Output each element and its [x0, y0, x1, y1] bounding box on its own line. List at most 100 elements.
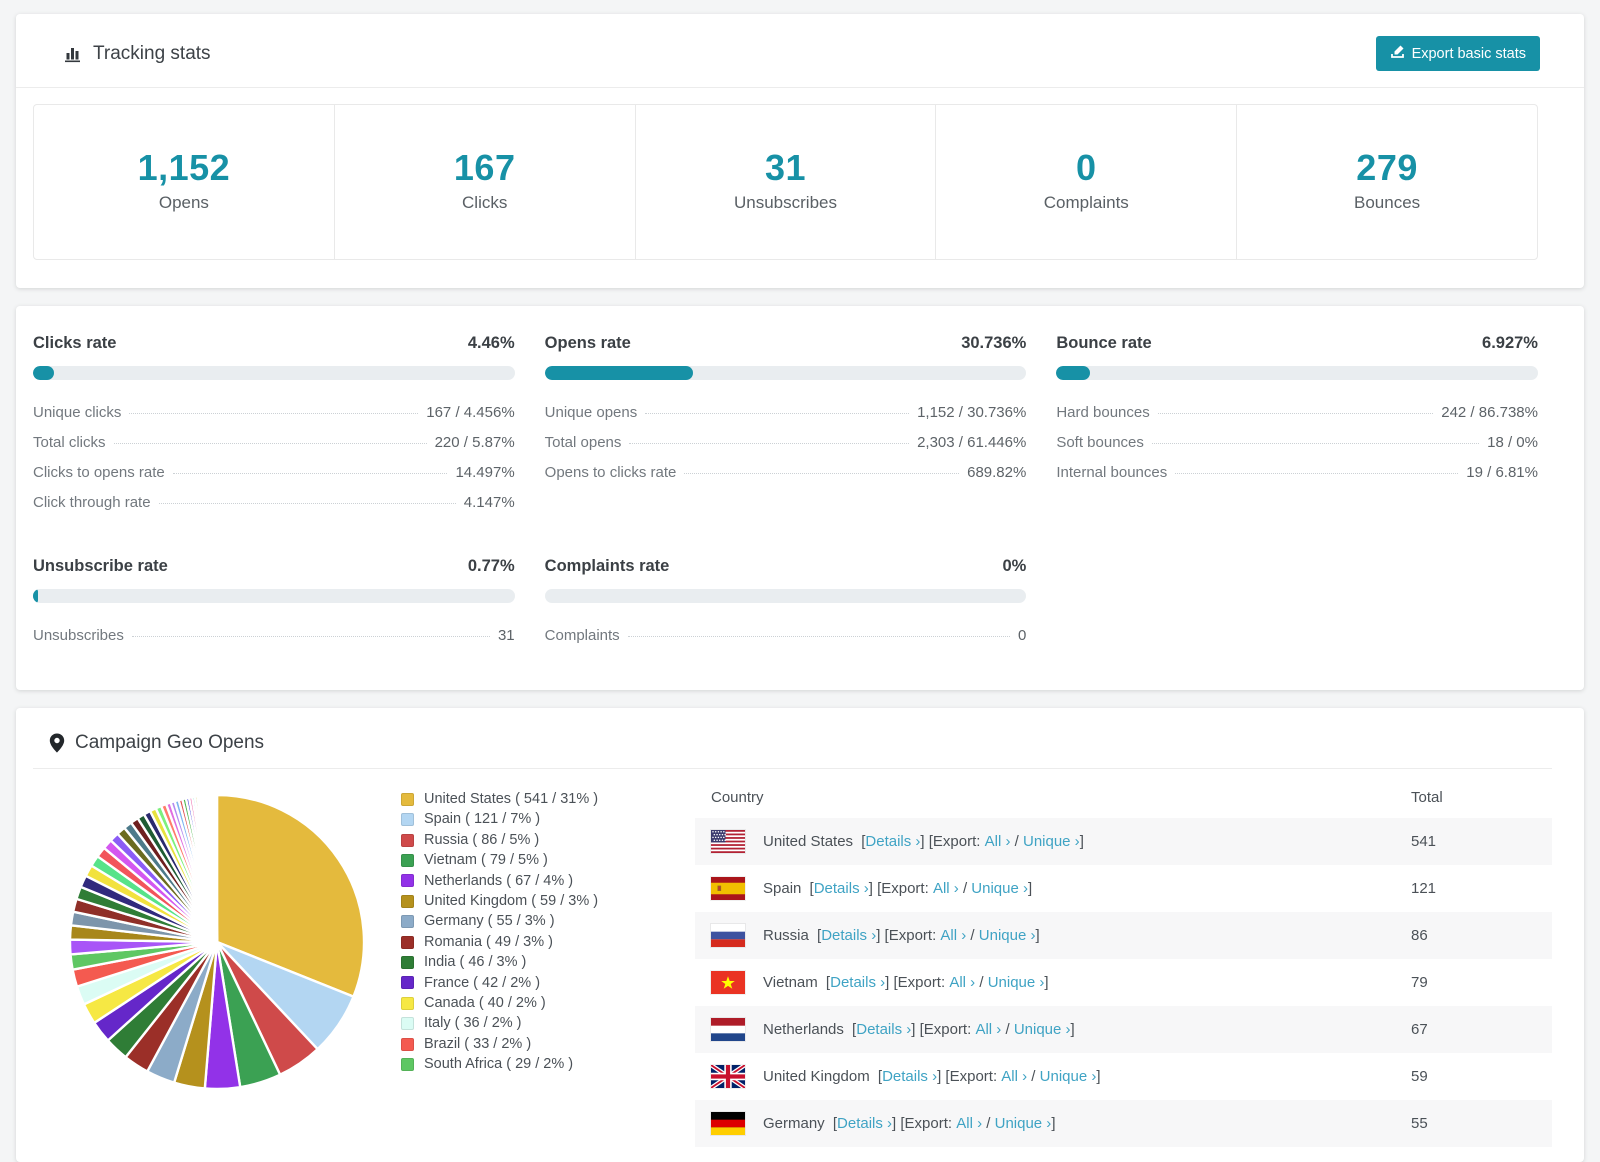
country-name: Spain [763, 880, 802, 897]
details-link[interactable]: Details › [821, 927, 876, 944]
legend-swatch [401, 1057, 414, 1071]
export-all-link[interactable]: All › [1001, 1068, 1027, 1085]
page: Tracking stats Export basic stats 1,152 O… [0, 0, 1600, 1162]
geo-country-cell: United States [Details ›] [Export: All ›… [711, 830, 1411, 853]
details-link[interactable]: Details › [856, 1021, 911, 1038]
rate-row: Soft bounces 18 / 0% [1056, 427, 1538, 457]
bracket-text: ] [Export: [876, 927, 941, 944]
stat-label: Unsubscribes [733, 193, 837, 212]
export-unique-link[interactable]: Unique › [995, 1115, 1052, 1132]
rates-card: Clicks rate 4.46% Unique clicks 167 / 4.456… [16, 306, 1584, 690]
export-all-link[interactable]: All › [956, 1115, 982, 1132]
legend-swatch [401, 935, 414, 949]
geo-country-cell: Netherlands [Details ›] [Export: All › /… [711, 1018, 1411, 1041]
export-all-link[interactable]: All › [933, 880, 959, 897]
legend-label: Spain ( 121 / 7% ) [424, 811, 541, 828]
stat-value: 167 [453, 147, 516, 188]
export-button-label: Export basic stats [1411, 45, 1526, 62]
export-basic-stats-button[interactable]: Export basic stats [1375, 36, 1540, 71]
legend-label: South Africa ( 29 / 2% ) [424, 1056, 574, 1073]
export-all-link[interactable]: All › [985, 833, 1011, 850]
export-unique-link[interactable]: Unique › [1014, 1021, 1071, 1038]
export-all-link[interactable]: All › [940, 927, 966, 944]
rate-row: Opens to clicks rate 689.82% [545, 457, 1027, 487]
bracket-text: ] [1044, 974, 1049, 991]
stat-label: Complaints [1043, 193, 1129, 212]
dotted-leader [627, 635, 1010, 637]
legend-label: United States ( 541 / 31% ) [424, 791, 599, 807]
legend-swatch [401, 813, 414, 827]
table-row-nl: Netherlands [Details ›] [Export: All › /… [695, 1006, 1552, 1053]
country-name: United Kingdom [763, 1068, 870, 1085]
rate-row-label: Complaints [544, 626, 620, 644]
rate-progress-track [544, 366, 1027, 380]
rate-panel-unsubscribe-rate: Unsubscribe rate 0.77% Unsubscribes 31 [33, 557, 515, 650]
rate-row-label: Clicks to opens rate [33, 463, 165, 481]
bracket-text: [ [828, 1115, 838, 1132]
export-all-link[interactable]: All › [975, 1021, 1001, 1038]
export-unique-link[interactable]: Unique › [988, 974, 1045, 991]
bracket-text: ] [Export: [885, 974, 950, 991]
rate-value: 0% [1002, 557, 1027, 575]
dotted-leader [1175, 472, 1459, 474]
geo-opens-card: Campaign Geo Opens United States ( 541 /… [16, 708, 1584, 1162]
bracket-text: ] [1028, 880, 1033, 897]
bracket-text: / [1010, 833, 1023, 850]
dotted-leader [172, 472, 448, 474]
bracket-text: ] [1035, 927, 1040, 944]
details-link[interactable]: Details › [830, 974, 885, 991]
stat-clicks: 167 Clicks [335, 105, 636, 259]
rate-panel-clicks-rate: Clicks rate 4.46% Unique clicks 167 / 4.456… [33, 334, 515, 517]
rate-progress-fill [544, 366, 693, 380]
export-unique-link[interactable]: Unique › [979, 927, 1036, 944]
rate-row-value: 0 [1017, 626, 1027, 644]
rate-row: Hard bounces 242 / 86.738% [1056, 397, 1538, 427]
legend-label: India ( 46 / 3% ) [424, 954, 527, 971]
stat-opens: 1,152 Opens [34, 105, 335, 259]
rate-progress-fill [33, 366, 55, 380]
rate-panel-header: Bounce rate 6.927% [1056, 334, 1538, 353]
dotted-leader [629, 442, 910, 444]
export-unique-link[interactable]: Unique › [971, 880, 1028, 897]
bracket-text: ] [1096, 1068, 1101, 1085]
column-header-total: Total [1411, 789, 1443, 806]
details-link[interactable]: Details › [814, 880, 869, 897]
rate-value: 4.46% [467, 334, 515, 352]
dotted-leader [113, 442, 427, 444]
rate-row-value: 220 / 5.87% [434, 433, 515, 451]
bracket-text: [ [857, 833, 866, 850]
rate-panel-header: Opens rate 30.736% [545, 334, 1027, 353]
geo-table-header: Country Total [695, 775, 1552, 818]
bar-chart-icon [64, 44, 83, 63]
export-all-link[interactable]: All › [949, 974, 975, 991]
geo-country-cell: Spain [Details ›] [Export: All › / Uniqu… [711, 877, 1411, 900]
stat-bounces: 279 Bounces [1237, 105, 1537, 259]
rate-row-value: 2,303 / 61.446% [917, 433, 1027, 451]
export-unique-link[interactable]: Unique › [1040, 1068, 1097, 1085]
page-title: Tracking stats [93, 42, 211, 64]
geo-total-cell: 121 [1411, 880, 1437, 897]
geo-opens-title-row: Campaign Geo Opens [49, 732, 264, 754]
tracking-stats-header: Tracking stats Export basic stats [16, 14, 1584, 88]
legend-item-italy: Italy ( 36 / 2% ) [401, 1013, 669, 1033]
export-unique-link[interactable]: Unique › [1023, 833, 1080, 850]
rate-title: Opens rate [544, 334, 631, 352]
geo-country-cell: United Kingdom [Details ›] [Export: All … [711, 1065, 1411, 1088]
rate-value: 0.77% [467, 557, 515, 575]
stat-unsubscribes: 31 Unsubscribes [636, 105, 937, 259]
legend-swatch [401, 996, 414, 1010]
bracket-text: [ [873, 1068, 883, 1085]
bracket-text: / [1027, 1068, 1040, 1085]
details-link[interactable]: Details › [837, 1115, 892, 1132]
geo-opens-title: Campaign Geo Opens [75, 732, 265, 753]
country-name: United States [763, 833, 854, 850]
bracket-text: ] [1070, 1021, 1075, 1038]
rate-panel-header: Clicks rate 4.46% [33, 334, 515, 353]
rate-progress-track [544, 589, 1027, 603]
details-link[interactable]: Details › [865, 833, 920, 850]
details-link[interactable]: Details › [882, 1068, 937, 1085]
geo-pie-chart [33, 775, 401, 1147]
dotted-leader [129, 412, 419, 414]
rate-row-value: 14.497% [455, 463, 515, 481]
legend-label: France ( 42 / 2% ) [424, 974, 541, 991]
